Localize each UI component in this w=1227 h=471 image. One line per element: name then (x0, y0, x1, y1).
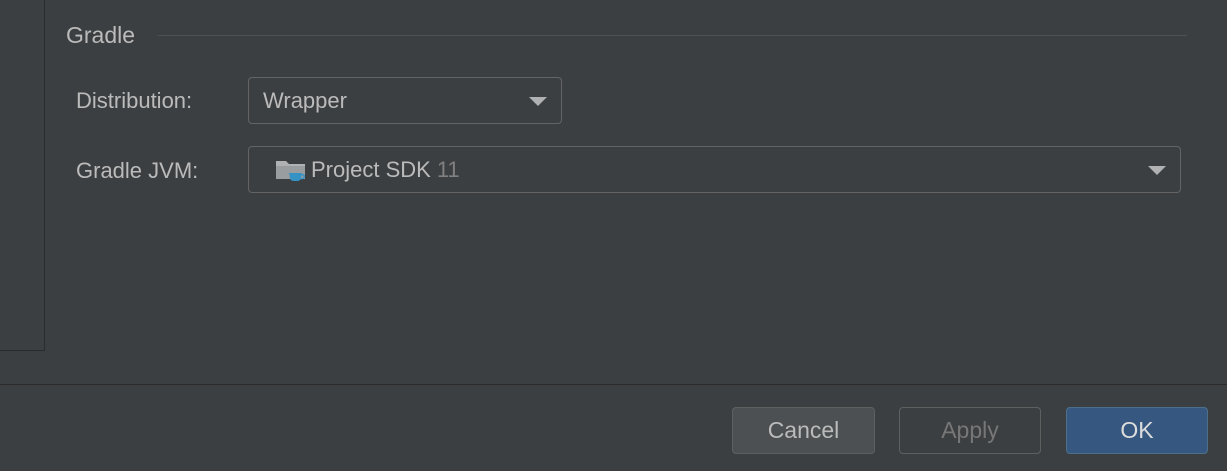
jdk-folder-icon (275, 156, 307, 184)
gradle-jvm-sdk-name: Project SDK (311, 157, 431, 182)
ok-button[interactable]: OK (1066, 407, 1208, 454)
section-separator (158, 35, 1187, 36)
cancel-button[interactable]: Cancel (732, 407, 875, 454)
gradle-jvm-dropdown[interactable]: Project SDK 11 (248, 146, 1181, 193)
apply-button[interactable]: Apply (899, 407, 1041, 454)
distribution-selected-value: Wrapper (263, 88, 347, 113)
distribution-dropdown[interactable]: Wrapper (248, 77, 562, 124)
chevron-down-icon (1148, 166, 1166, 175)
gradle-jvm-sdk-version: 11 (436, 157, 460, 182)
footer-divider (0, 384, 1227, 385)
distribution-label: Distribution: (76, 88, 193, 113)
gradle-jvm-label: Gradle JVM: (76, 158, 199, 183)
gradle-jvm-selected-value: Project SDK 11 (275, 156, 460, 184)
gradle-section-title: Gradle (66, 22, 136, 48)
chevron-down-icon (529, 97, 547, 106)
settings-tree-panel (0, 0, 45, 351)
gradle-settings-dialog: Gradle Distribution: Wrapper Gradle JVM:… (0, 0, 1227, 471)
